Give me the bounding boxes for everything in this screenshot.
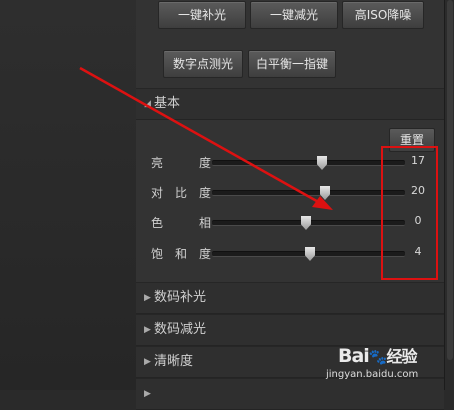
- annotation-arrow-icon: [79, 66, 333, 210]
- baidu-jingyan-watermark: Bai🐾经验 jingyan.baidu.com: [326, 345, 419, 380]
